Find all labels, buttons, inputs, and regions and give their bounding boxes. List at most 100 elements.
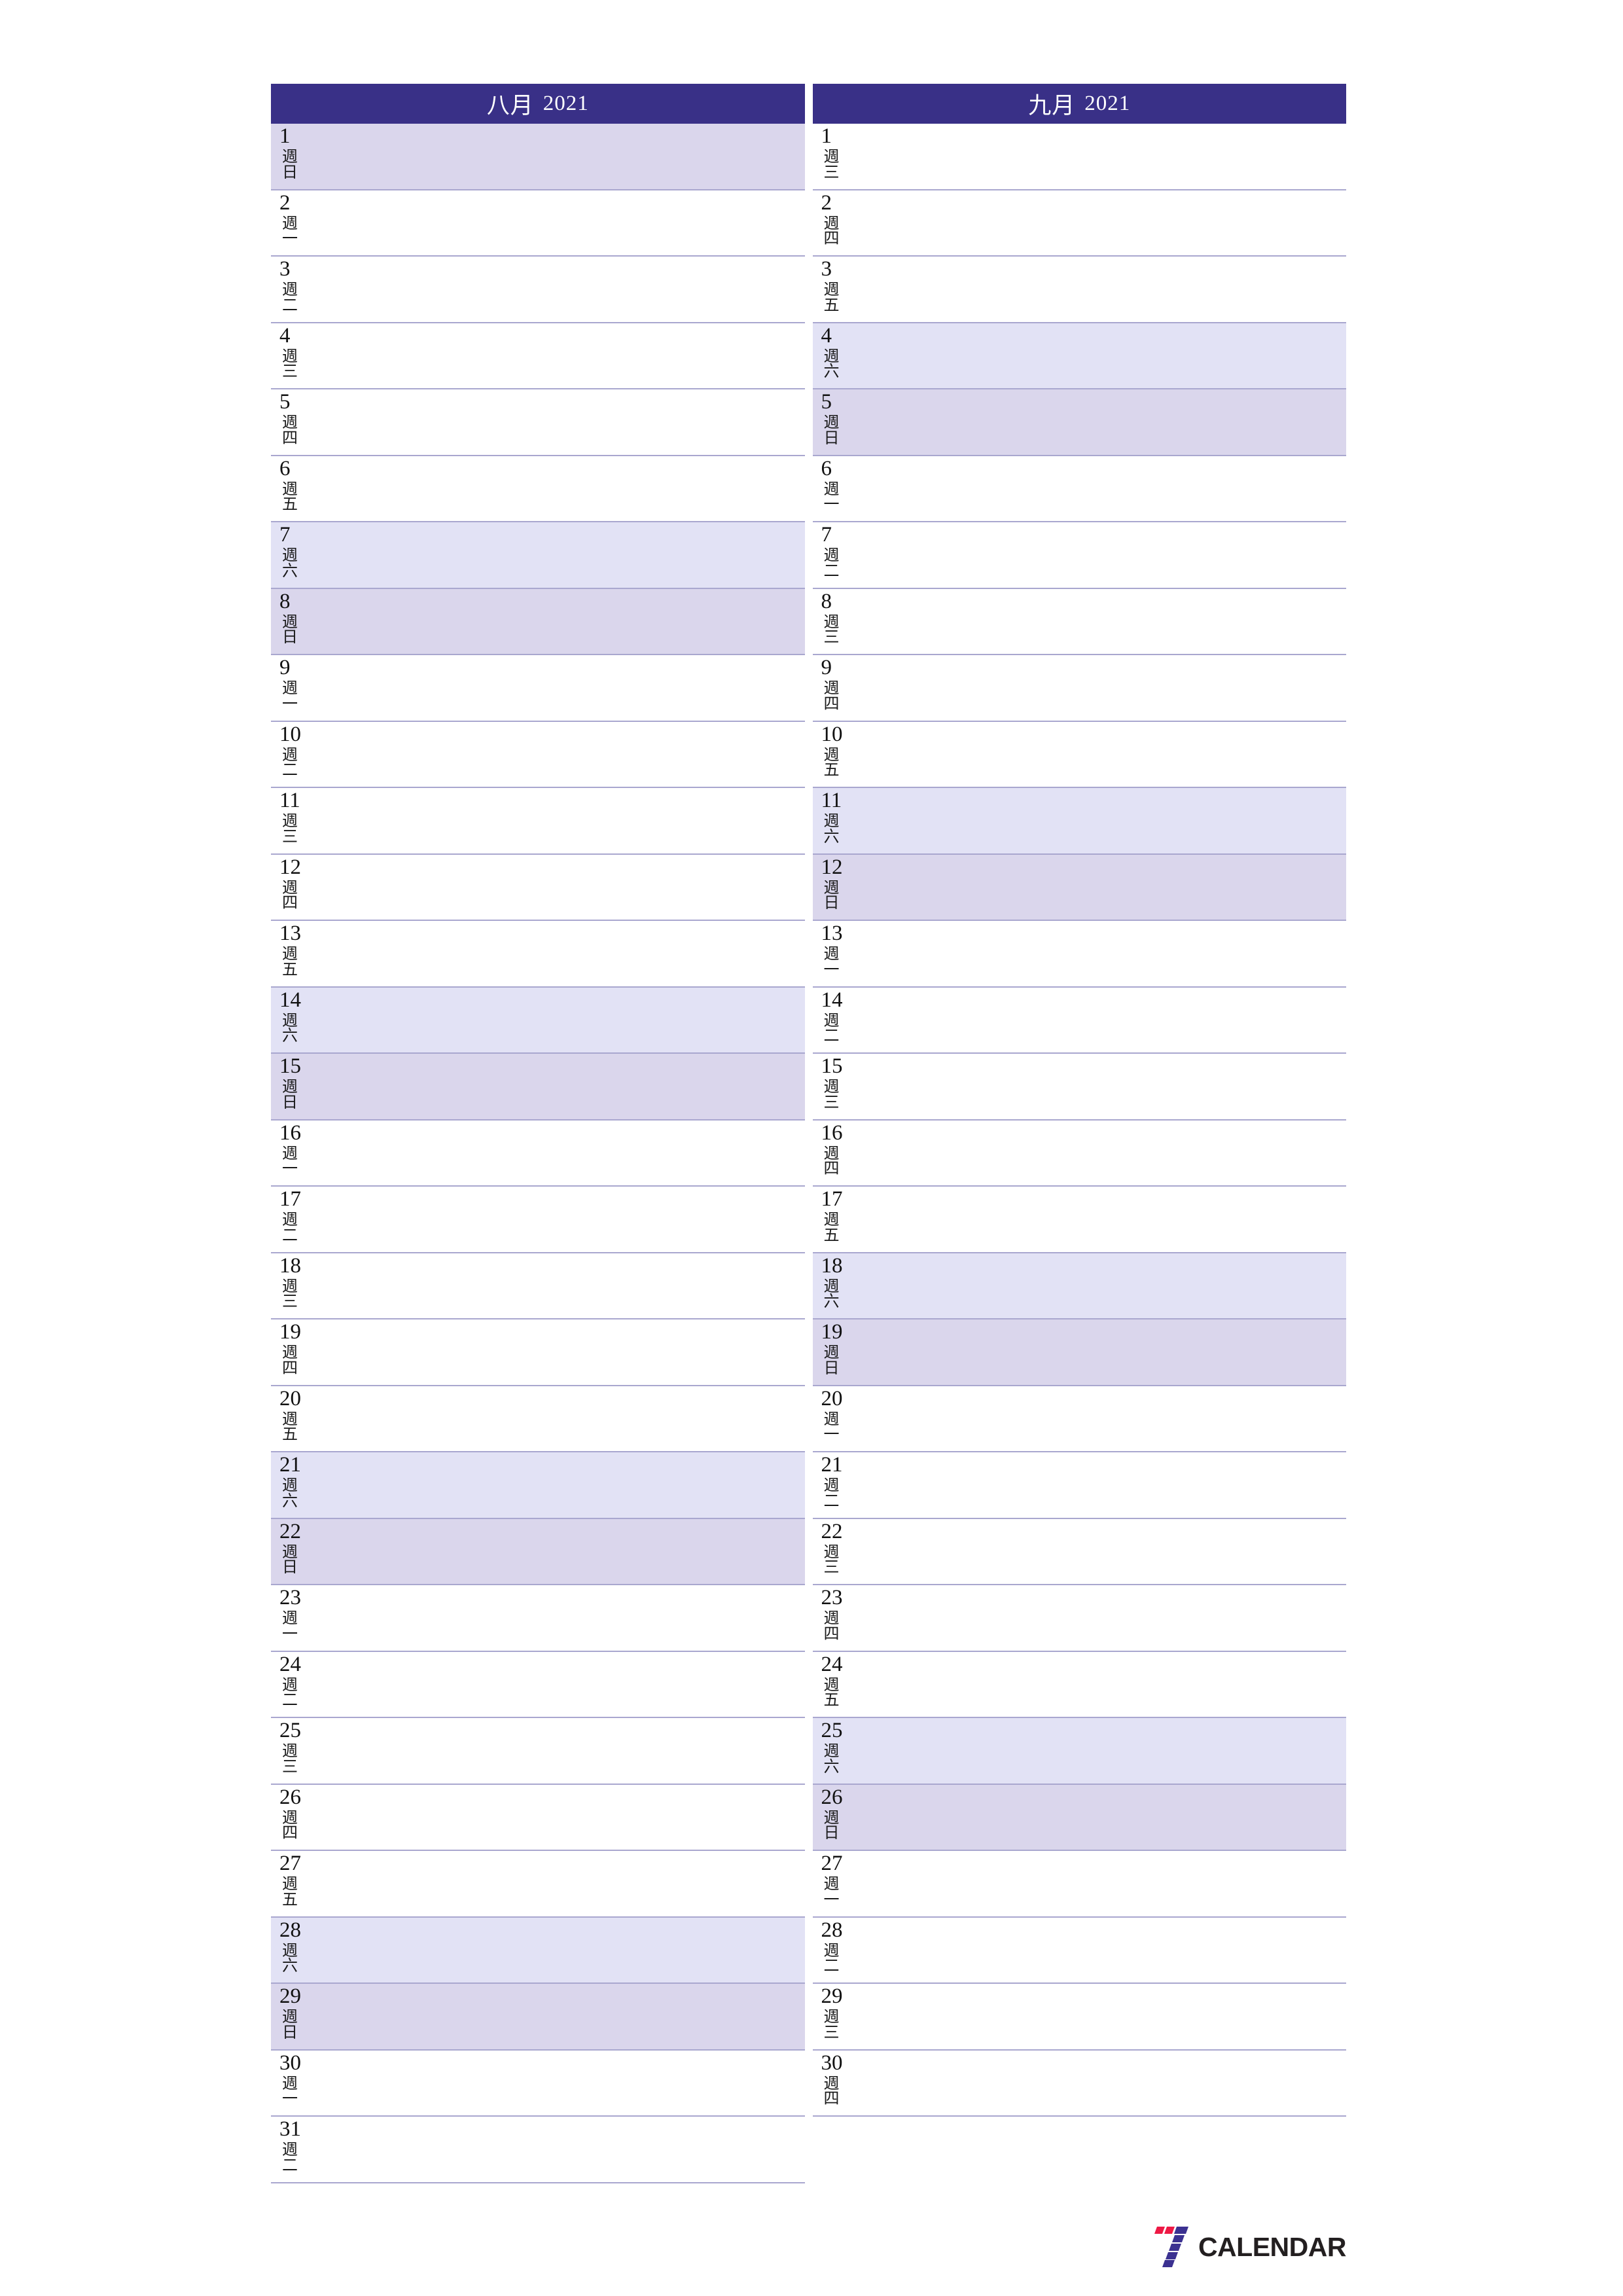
day-cell[interactable]: 26 週日 xyxy=(812,1784,1346,1851)
day-cell[interactable]: 7週六 xyxy=(271,522,805,589)
day-cell[interactable]: 28 週二 xyxy=(812,1917,1346,1984)
day-weekday-label: 週五 xyxy=(282,482,308,513)
day-cell[interactable]: 24 週五 xyxy=(812,1651,1346,1718)
day-cell[interactable]: 13 週五 xyxy=(271,921,805,988)
day-cell[interactable]: 11 週六 xyxy=(812,788,1346,855)
weekday-char-2: 一 xyxy=(823,961,840,978)
day-cell[interactable]: 30 週一 xyxy=(271,2050,805,2117)
day-number: 28 xyxy=(279,1918,301,1942)
day-number: 6 xyxy=(279,456,291,480)
weekday-char-1: 週 xyxy=(282,879,298,897)
day-cell[interactable]: 21 週六 xyxy=(271,1452,805,1519)
day-cell[interactable]: 19 週日 xyxy=(812,1319,1346,1386)
day-cell[interactable]: 1週日 xyxy=(271,124,805,190)
day-cell[interactable]: 9週一 xyxy=(271,655,805,722)
weekday-char-2: 一 xyxy=(282,695,298,713)
day-cell[interactable]: 28 週六 xyxy=(271,1917,805,1984)
weekday-char-1: 週 xyxy=(282,2009,298,2026)
day-number: 19 xyxy=(279,1320,301,1344)
day-cell[interactable]: 10 週五 xyxy=(812,721,1346,788)
day-cell[interactable]: 21 週二 xyxy=(812,1452,1346,1519)
day-cell[interactable]: 20 週五 xyxy=(271,1386,805,1452)
day-cell[interactable]: 14 週二 xyxy=(812,987,1346,1054)
day-cell[interactable]: 16 週四 xyxy=(812,1120,1346,1187)
day-weekday-label: 週三 xyxy=(282,1744,308,1775)
day-cell[interactable]: 2週四 xyxy=(812,190,1346,257)
day-cell[interactable]: 7週二 xyxy=(812,522,1346,589)
day-number: 8 xyxy=(279,589,291,613)
weekday-char-1: 週 xyxy=(282,1676,298,1694)
day-cell[interactable]: 4週六 xyxy=(812,323,1346,389)
weekday-char-1: 週 xyxy=(823,613,840,631)
weekday-char-2: 二 xyxy=(823,1492,840,1510)
day-weekday-label: 週六 xyxy=(824,1744,850,1775)
day-cell[interactable]: 17 週五 xyxy=(812,1187,1346,1253)
day-cell[interactable]: 27 週五 xyxy=(271,1851,805,1918)
day-weekday-label: 週四 xyxy=(824,2076,850,2108)
weekday-char-1: 週 xyxy=(282,1211,298,1229)
day-cell[interactable]: 25 週六 xyxy=(812,1718,1346,1785)
day-number: 18 xyxy=(821,1253,843,1278)
weekday-char-2: 日 xyxy=(282,2024,298,2041)
day-cell[interactable]: 5週四 xyxy=(271,389,805,456)
day-cell[interactable]: 15 週三 xyxy=(812,1054,1346,1121)
weekday-char-1: 週 xyxy=(282,547,298,564)
day-number: 10 xyxy=(821,722,843,746)
day-cell[interactable]: 24 週二 xyxy=(271,1651,805,1718)
day-cell[interactable]: 9週四 xyxy=(812,655,1346,722)
day-cell[interactable]: 6週五 xyxy=(271,456,805,522)
weekday-char-2: 三 xyxy=(823,1094,840,1111)
weekday-char-2: 二 xyxy=(282,2157,298,2174)
day-weekday-label: 週四 xyxy=(823,215,850,247)
day-cell[interactable]: 29 週日 xyxy=(271,1984,805,2051)
day-cell[interactable]: 8週日 xyxy=(271,588,805,655)
day-cell[interactable]: 13 週一 xyxy=(812,921,1346,988)
day-cell[interactable]: 12 週四 xyxy=(271,854,805,921)
day-cell[interactable]: 3週五 xyxy=(812,257,1346,323)
day-cell[interactable]: 23 週一 xyxy=(271,1585,805,1652)
weekday-char-2: 三 xyxy=(282,363,298,381)
day-cell[interactable]: 1週三 xyxy=(812,124,1346,190)
day-weekday-label: 週一 xyxy=(824,1412,850,1443)
day-cell[interactable]: 5週日 xyxy=(812,389,1346,456)
day-cell[interactable]: 20 週一 xyxy=(812,1386,1346,1452)
weekday-char-1: 週 xyxy=(823,215,840,232)
day-cell[interactable]: 2週一 xyxy=(271,190,805,257)
day-cell[interactable]: 27 週一 xyxy=(812,1851,1346,1918)
day-cell[interactable]: 22 週三 xyxy=(812,1518,1346,1585)
weekday-char-2: 六 xyxy=(282,1028,298,1045)
day-number: 19 xyxy=(821,1320,843,1344)
day-cell[interactable]: 30 週四 xyxy=(812,2050,1346,2117)
day-number: 14 xyxy=(279,988,301,1012)
day-cell[interactable]: 14 週六 xyxy=(271,987,805,1054)
day-cell[interactable]: 15 週日 xyxy=(271,1054,805,1121)
day-cell[interactable]: 16 週一 xyxy=(271,1120,805,1187)
weekday-char-1: 週 xyxy=(282,1410,298,1428)
day-cell[interactable]: 10 週二 xyxy=(271,721,805,788)
weekday-char-1: 週 xyxy=(823,149,840,166)
day-cell[interactable]: 19 週四 xyxy=(271,1319,805,1386)
day-cell[interactable]: 12 週日 xyxy=(812,854,1346,921)
day-cell[interactable]: 31 週二 xyxy=(271,2117,805,2183)
weekday-char-2: 五 xyxy=(282,961,298,978)
day-number: 29 xyxy=(821,1984,843,2008)
day-cell[interactable]: 4週三 xyxy=(271,323,805,389)
day-cell[interactable]: 25 週三 xyxy=(271,1718,805,1785)
day-cell[interactable]: 17 週二 xyxy=(271,1187,805,1253)
day-number: 25 xyxy=(821,1719,843,1742)
day-number: 15 xyxy=(821,1054,843,1078)
day-cell[interactable]: 29 週三 xyxy=(812,1984,1346,2051)
day-cell[interactable]: 8週三 xyxy=(812,588,1346,655)
weekday-char-2: 四 xyxy=(823,695,840,713)
day-cell[interactable]: 26 週四 xyxy=(271,1784,805,1851)
weekday-char-2: 五 xyxy=(282,1891,298,1909)
day-cell[interactable]: 11 週三 xyxy=(271,788,805,855)
day-cell[interactable]: 18 週三 xyxy=(271,1253,805,1319)
weekday-char-1: 週 xyxy=(282,946,298,963)
day-cell[interactable]: 22 週日 xyxy=(271,1518,805,1585)
day-cell[interactable]: 18 週六 xyxy=(812,1253,1346,1319)
weekday-char-2: 二 xyxy=(823,1958,840,1975)
day-cell[interactable]: 23 週四 xyxy=(812,1585,1346,1652)
day-cell[interactable]: 3週二 xyxy=(271,257,805,323)
day-cell[interactable]: 6週一 xyxy=(812,456,1346,522)
